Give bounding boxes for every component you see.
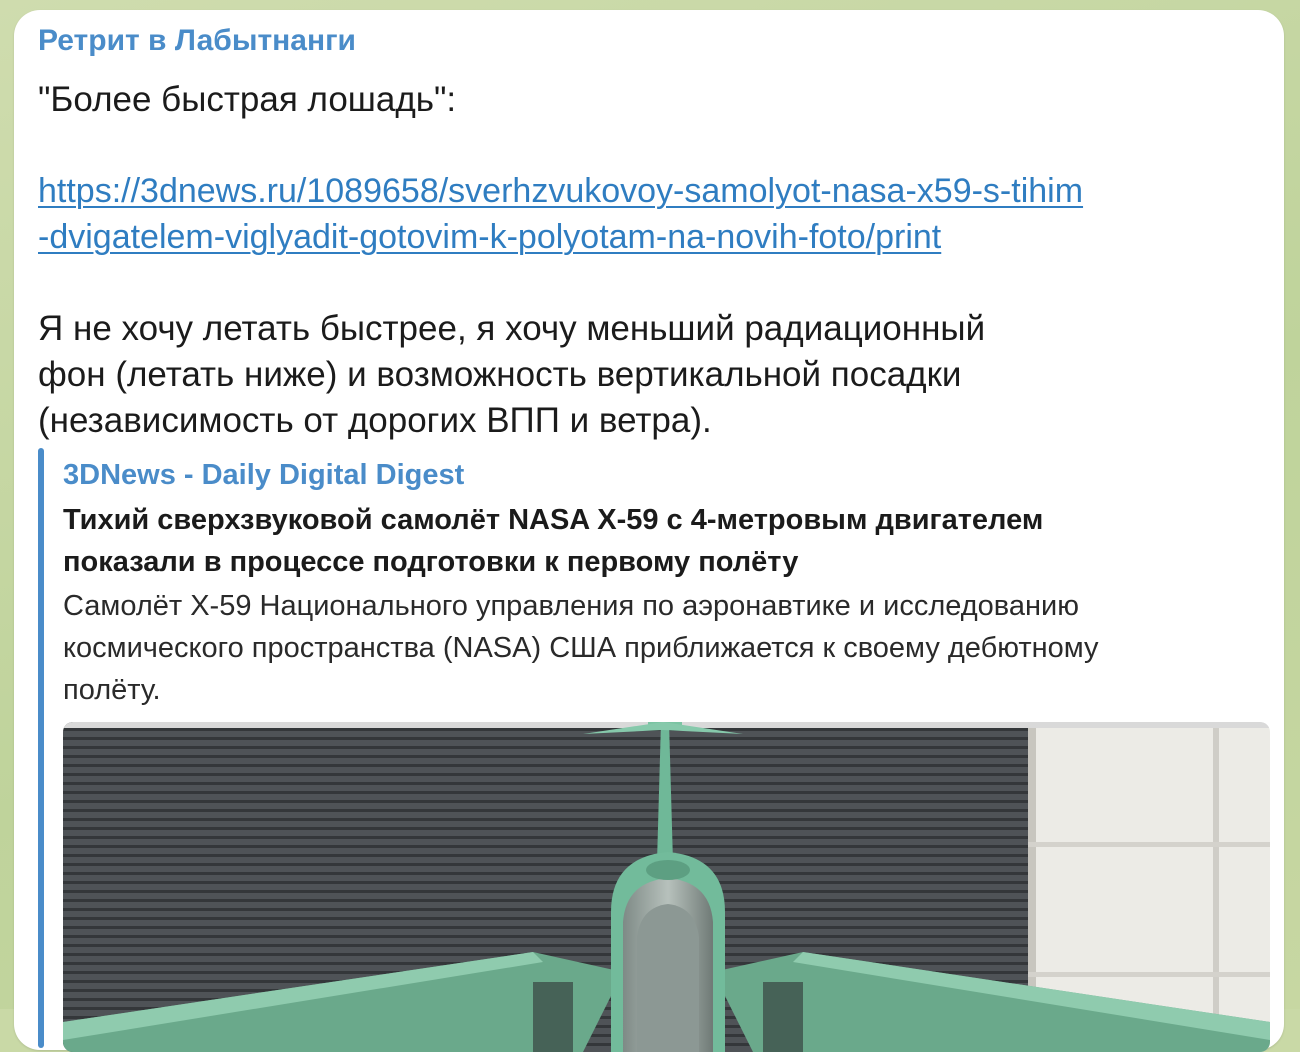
aircraft-photo	[63, 722, 1270, 1052]
preview-description-line: космического пространства (NASA) США при…	[63, 632, 1099, 664]
sender-name[interactable]: Ретрит в Лабытнанги	[38, 24, 356, 58]
link-line-2[interactable]: -dvigatelem-viglyadit-gotovim-k-polyotam…	[38, 214, 1083, 260]
message-body-line: (независимость от дорогих ВПП и ветра).	[38, 401, 712, 440]
message-link[interactable]: https://3dnews.ru/1089658/sverhzvukovoy-…	[38, 168, 1083, 260]
preview-image[interactable]	[63, 722, 1270, 1052]
preview-title-line: Тихий сверхзвуковой самолёт NASA X-59 с …	[63, 504, 1044, 536]
preview-title[interactable]: Тихий сверхзвуковой самолёт NASA X-59 с …	[63, 499, 1043, 583]
preview-description-line: Самолёт X-59 Национального управления по…	[63, 590, 1079, 622]
message-body: Я не хочу летать быстрее, я хочу меньший…	[38, 306, 985, 444]
preview-accent-bar	[38, 448, 44, 1048]
link-preview[interactable]: 3DNews - Daily Digital Digest Тихий свер…	[38, 448, 1270, 1052]
preview-site-name[interactable]: 3DNews - Daily Digital Digest	[63, 459, 464, 492]
message-bubble[interactable]: Ретрит в Лабытнанги "Более быстрая лошад…	[14, 10, 1284, 1052]
message-body-line: Я не хочу летать быстрее, я хочу меньший…	[38, 309, 986, 348]
preview-title-line: показали в процессе подготовки к первому…	[63, 546, 799, 578]
link-line-1[interactable]: https://3dnews.ru/1089658/sverhzvukovoy-…	[38, 168, 1083, 214]
preview-description-line: полёту.	[63, 674, 161, 706]
preview-description: Самолёт X-59 Национального управления по…	[63, 585, 1099, 711]
message-title-line: "Более быстрая лошадь":	[38, 80, 457, 119]
message-body-line: фон (летать ниже) и возможность вертикал…	[38, 355, 962, 394]
